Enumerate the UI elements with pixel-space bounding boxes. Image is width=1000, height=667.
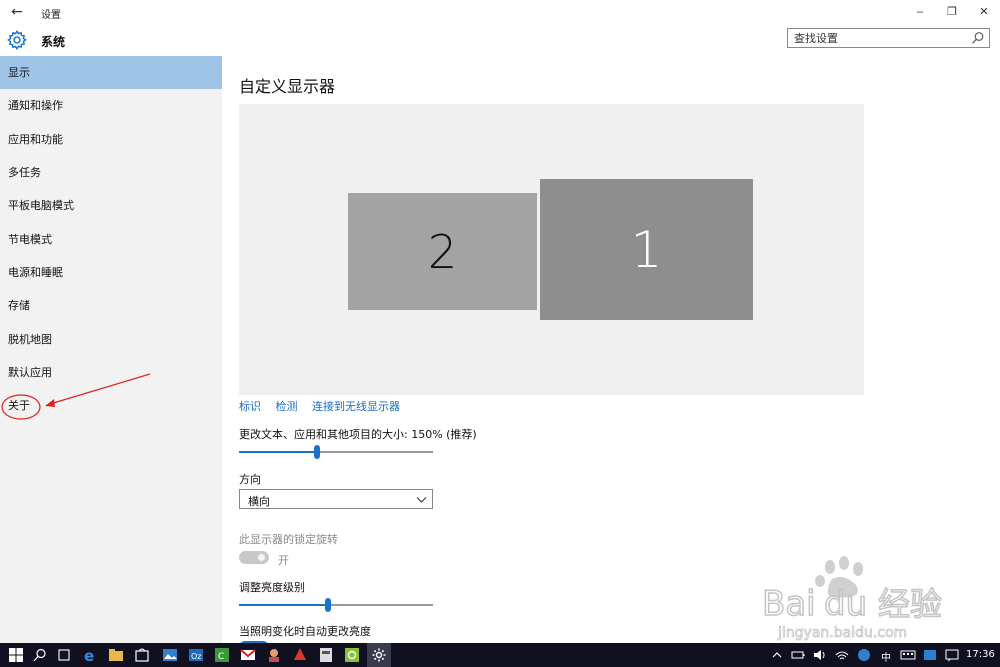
svg-text:C: C — [218, 652, 224, 662]
display-links: 标识 检测 连接到无线显示器 — [239, 398, 411, 414]
photos-app-icon[interactable] — [162, 647, 178, 663]
slider-thumb[interactable] — [314, 445, 320, 459]
header-row: 系统 — [0, 24, 1000, 56]
sidebar-item-display[interactable]: 显示 — [0, 56, 222, 89]
sidebar-item-notifications[interactable]: 通知和操作 — [0, 89, 222, 122]
identify-link[interactable]: 标识 — [239, 400, 261, 413]
baidu-tray-icon[interactable] — [856, 647, 872, 663]
sidebar-item-about[interactable]: 关于 — [0, 389, 222, 422]
gmail-icon[interactable] — [240, 647, 256, 663]
brightness-label: 调整亮度级别 — [239, 581, 305, 594]
edge-browser-icon[interactable]: e — [82, 647, 98, 663]
search-icon[interactable] — [32, 647, 48, 663]
sidebar-item-tablet-mode[interactable]: 平板电脑模式 — [0, 189, 222, 222]
connect-wireless-link[interactable]: 连接到无线显示器 — [312, 400, 400, 413]
keyboard-icon[interactable] — [900, 647, 916, 663]
search-icon[interactable] — [971, 31, 985, 45]
slider-thumb[interactable] — [325, 598, 331, 612]
sidebar-item-default-apps[interactable]: 默认应用 — [0, 356, 222, 389]
slider-fill — [239, 451, 317, 453]
slider-fill — [239, 604, 328, 606]
chevron-up-icon[interactable] — [769, 647, 785, 663]
orientation-value: 横向 — [248, 495, 270, 508]
store-icon[interactable] — [134, 647, 150, 663]
sidebar: 显示 通知和操作 应用和功能 多任务 平板电脑模式 节电模式 电源和睡眠 存储 … — [0, 56, 222, 643]
monitor-1[interactable]: 1 — [540, 179, 753, 320]
display-arrangement: 2 1 — [239, 104, 864, 395]
baidu-watermark-logo: Bai du 经验 jingyan.baidu.com — [761, 556, 943, 641]
person-app-icon[interactable] — [266, 647, 282, 663]
search-input[interactable] — [794, 31, 964, 45]
volume-icon[interactable] — [812, 647, 828, 663]
brightness-slider[interactable] — [239, 598, 433, 612]
back-arrow-icon[interactable]: ← — [8, 3, 26, 21]
sidebar-item-multitasking[interactable]: 多任务 — [0, 156, 222, 189]
svg-text:Bai: Bai — [762, 584, 816, 624]
page-title: 自定义显示器 — [239, 77, 336, 96]
sidebar-item-apps[interactable]: 应用和功能 — [0, 123, 222, 156]
outlook-icon[interactable]: Oz — [188, 647, 204, 663]
minimize-button[interactable]: ‒ — [908, 2, 932, 22]
restore-button[interactable]: ❐ — [940, 2, 964, 22]
search-box[interactable] — [787, 28, 990, 48]
monitor-2[interactable]: 2 — [348, 193, 537, 310]
ime-indicator[interactable]: 中 — [881, 649, 891, 664]
ime-mode-icon[interactable] — [922, 647, 938, 663]
task-view-icon[interactable] — [56, 647, 72, 663]
close-button[interactable]: ✕ — [972, 2, 996, 22]
gear-icon — [7, 29, 27, 51]
window-title: 设置 — [41, 10, 61, 21]
orientation-select[interactable]: 横向 — [239, 489, 433, 509]
rotation-lock-label: 此显示器的锁定旋转 — [239, 533, 338, 546]
orientation-label: 方向 — [239, 473, 261, 486]
detect-link[interactable]: 检测 — [276, 400, 298, 413]
green-app-icon[interactable]: C — [214, 647, 230, 663]
rotation-lock-state: 开 — [278, 554, 289, 567]
chevron-down-icon — [416, 497, 427, 503]
sidebar-item-storage[interactable]: 存储 — [0, 289, 222, 322]
svg-text:e: e — [84, 647, 94, 663]
chain-app-icon[interactable] — [344, 647, 360, 663]
red-app-icon[interactable] — [292, 647, 308, 663]
settings-gear-icon[interactable] — [371, 647, 387, 663]
battery-icon[interactable] — [790, 647, 806, 663]
svg-text:Oz: Oz — [191, 652, 202, 661]
start-windows-icon[interactable] — [8, 647, 24, 663]
scale-label: 更改文本、应用和其他项目的大小: 150% (推荐) — [239, 428, 477, 441]
sidebar-item-power-sleep[interactable]: 电源和睡眠 — [0, 256, 222, 289]
title-bar: ← 设置 ‒ ❐ ✕ — [0, 0, 1000, 24]
taskbar: e Oz C 中 17:36 — [0, 643, 1000, 667]
section-heading: 系统 — [41, 35, 66, 49]
sidebar-item-offline-maps[interactable]: 脱机地图 — [0, 323, 222, 356]
svg-text:du: du — [824, 584, 867, 624]
clock-time[interactable]: 17:36 — [966, 649, 995, 660]
svg-text:经验: 经验 — [878, 585, 942, 623]
sidebar-item-battery-saver[interactable]: 节电模式 — [0, 223, 222, 256]
svg-text:jingyan.baidu.com: jingyan.baidu.com — [777, 625, 907, 641]
network-icon[interactable] — [834, 647, 850, 663]
action-center-icon[interactable] — [944, 647, 960, 663]
auto-brightness-label: 当照明变化时自动更改亮度 — [239, 625, 371, 638]
scale-slider[interactable] — [239, 445, 433, 459]
rotation-lock-toggle[interactable] — [239, 551, 269, 564]
document-app-icon[interactable] — [318, 647, 334, 663]
toggle-knob — [258, 554, 265, 561]
file-explorer-icon[interactable] — [108, 647, 124, 663]
